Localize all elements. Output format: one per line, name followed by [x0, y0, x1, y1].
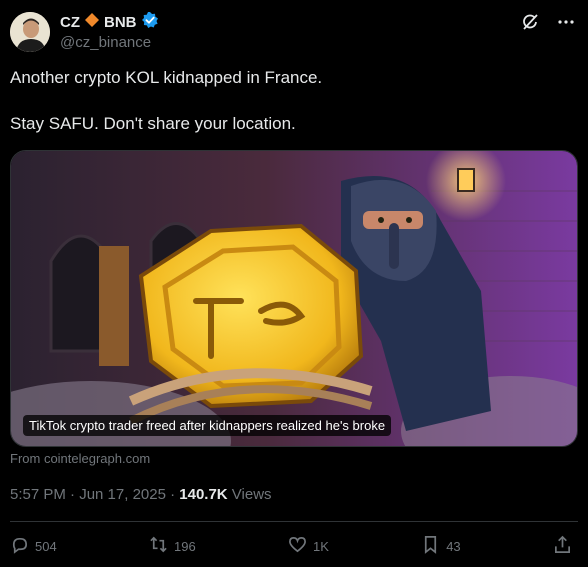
- like-count: 1K: [313, 538, 329, 554]
- avatar[interactable]: [10, 12, 50, 52]
- verified-badge-icon: [141, 11, 159, 34]
- reply-count: 504: [35, 538, 57, 554]
- repost-button[interactable]: 196: [149, 535, 196, 557]
- bookmark-count: 43: [446, 538, 461, 554]
- bookmark-button[interactable]: 43: [421, 535, 461, 557]
- diamond-icon: [84, 12, 100, 33]
- link-card-source[interactable]: From cointelegraph.com: [10, 451, 150, 466]
- action-bar: 504 196 1K 43: [10, 532, 572, 560]
- more-icon[interactable]: [556, 12, 576, 32]
- tweet-line: Stay SAFU. Don't share your location.: [10, 114, 296, 133]
- author-name[interactable]: CZ: [60, 14, 80, 31]
- repost-icon: [149, 535, 168, 557]
- link-card-image[interactable]: TikTok crypto trader freed after kidnapp…: [10, 150, 578, 447]
- grok-icon[interactable]: [520, 12, 540, 32]
- reply-button[interactable]: 504: [10, 535, 57, 557]
- bookmark-icon: [421, 535, 440, 557]
- tweet-text: Another crypto KOL kidnapped in France. …: [10, 66, 570, 135]
- repost-count: 196: [174, 538, 196, 554]
- tweet-line: Another crypto KOL kidnapped in France.: [10, 68, 323, 87]
- views-label: Views: [227, 486, 272, 503]
- share-button[interactable]: [553, 535, 572, 557]
- divider: [10, 521, 578, 522]
- share-icon: [553, 535, 572, 557]
- tweet-timestamp[interactable]: 5:57 PM · Jun 17, 2025 ·: [10, 486, 179, 503]
- token-label[interactable]: BNB: [104, 14, 137, 31]
- tweet-meta: 5:57 PM · Jun 17, 2025 · 140.7K Views: [10, 486, 272, 503]
- author-handle[interactable]: @cz_binance: [60, 34, 151, 51]
- views-count: 140.7K: [179, 486, 228, 503]
- like-icon: [288, 535, 307, 557]
- link-card-caption: TikTok crypto trader freed after kidnapp…: [23, 415, 392, 436]
- reply-icon: [10, 535, 29, 557]
- like-button[interactable]: 1K: [288, 535, 329, 557]
